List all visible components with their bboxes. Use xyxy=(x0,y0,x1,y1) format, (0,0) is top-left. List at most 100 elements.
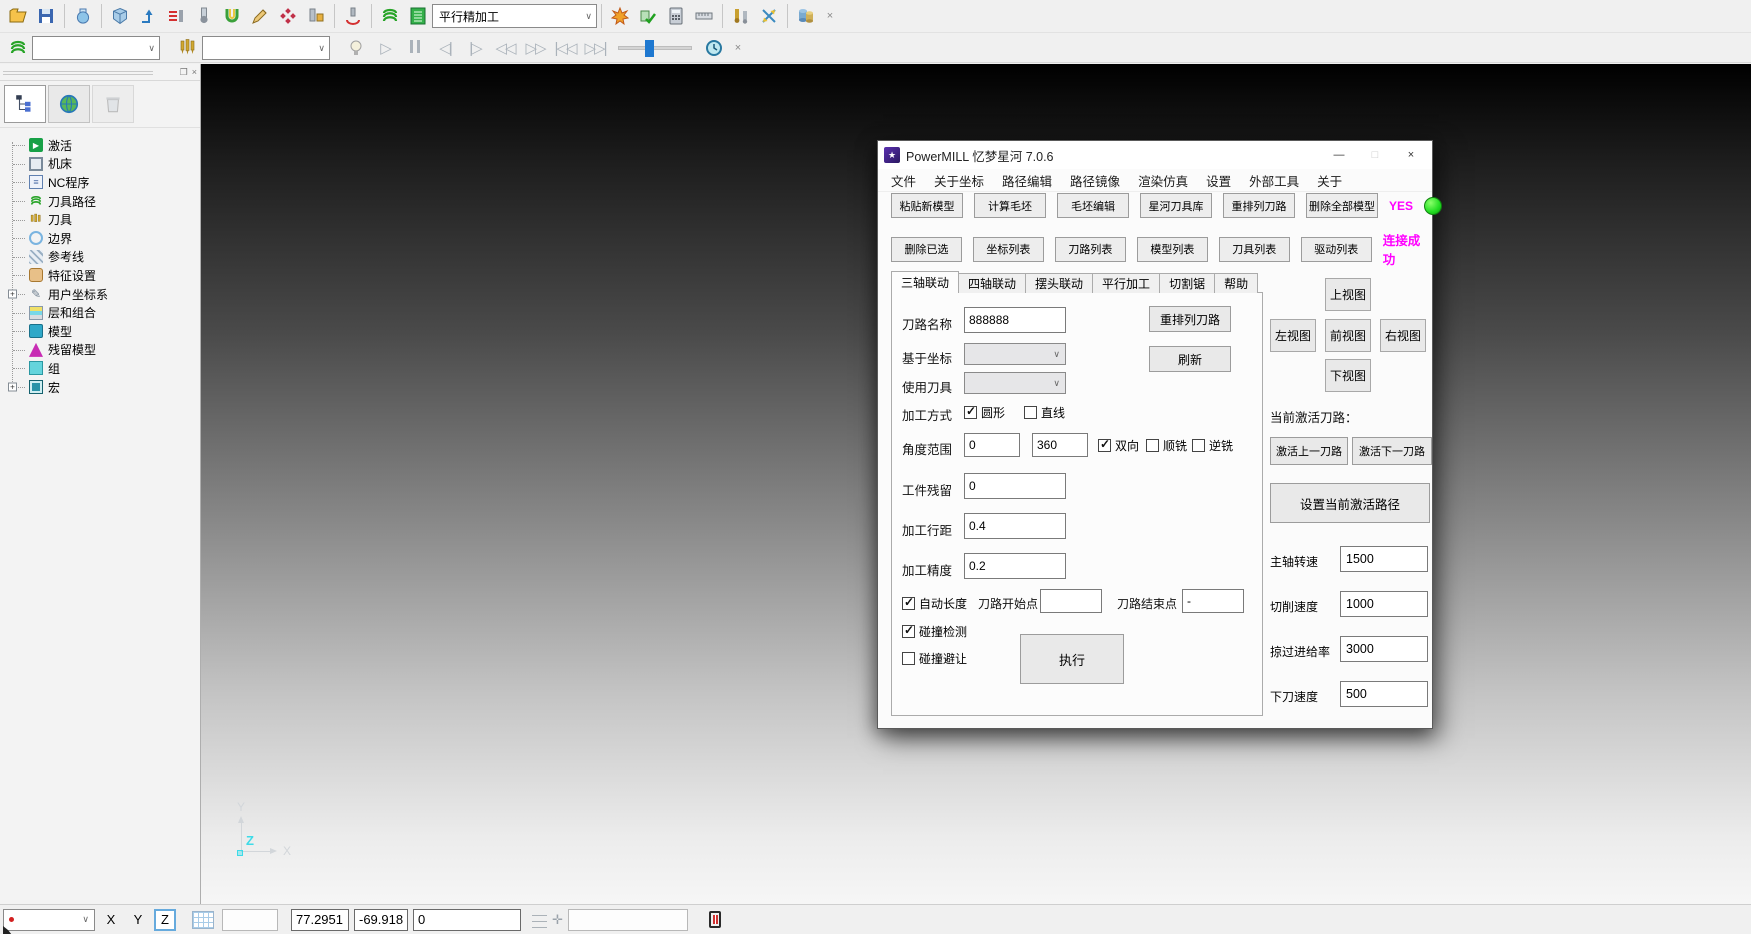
dialog-titlebar[interactable]: ★ PowerMILL 忆梦星河 7.0.6 — □ × xyxy=(878,141,1432,169)
tree-item-boundaries[interactable]: 边界 xyxy=(7,229,200,248)
plunge-speed-input[interactable] xyxy=(1340,681,1428,707)
menu-path-edit[interactable]: 路径编辑 xyxy=(993,171,1061,190)
measure-field[interactable] xyxy=(568,909,688,931)
checkbox-icon[interactable] xyxy=(902,597,915,610)
fast-forward-icon[interactable]: ▷▷ xyxy=(520,39,550,57)
measure-icon[interactable] xyxy=(690,3,718,29)
rapid-move-icon[interactable] xyxy=(134,3,162,29)
tab-views[interactable] xyxy=(48,85,90,123)
tree-item-groups[interactable]: 组 xyxy=(7,359,200,378)
checkbox-icon[interactable] xyxy=(902,625,915,638)
step-back-icon[interactable]: ◁| xyxy=(430,39,460,57)
view-bottom-button[interactable]: 下视图 xyxy=(1325,359,1371,392)
minimize-button[interactable]: — xyxy=(1324,144,1354,166)
feed-rates-icon[interactable] xyxy=(162,3,190,29)
close-panel-icon[interactable]: × xyxy=(192,68,197,77)
strategy-list-icon[interactable] xyxy=(404,3,432,29)
tree-item-tools[interactable]: 刀具 xyxy=(7,210,200,229)
collision-check-icon[interactable] xyxy=(302,3,330,29)
collision-check-checkbox[interactable]: 碰撞检测 xyxy=(902,623,967,640)
tree-item-nc-programs[interactable]: ≡ NC程序 xyxy=(7,173,200,192)
open-file-icon[interactable] xyxy=(4,3,32,29)
play-icon[interactable]: ▷ xyxy=(370,39,400,57)
activate-next-toolpath-button[interactable]: 激活下一刀路 xyxy=(1352,437,1432,465)
active-toolpath-icon[interactable] xyxy=(376,3,404,29)
tree-item-models[interactable]: 模型 xyxy=(7,322,200,341)
tree-item-toolpaths[interactable]: 刀具路径 xyxy=(7,192,200,211)
auto-length-checkbox[interactable]: 自动长度 xyxy=(902,595,967,612)
execute-button[interactable]: 执行 xyxy=(1020,634,1124,684)
tool-list-button[interactable]: 刀具列表 xyxy=(1219,237,1290,262)
tree-item-macros[interactable]: + 宏 xyxy=(7,378,200,397)
model-list-button[interactable]: 模型列表 xyxy=(1137,237,1208,262)
view-top-button[interactable]: 上视图 xyxy=(1325,278,1371,311)
close-button[interactable]: × xyxy=(1396,144,1426,166)
stepover-input[interactable] xyxy=(964,513,1066,539)
menu-external-tools[interactable]: 外部工具 xyxy=(1240,171,1308,190)
stock-edit-button[interactable]: 毛坯编辑 xyxy=(1057,193,1129,218)
menu-about[interactable]: 关于 xyxy=(1308,171,1351,190)
toolpath-name-input[interactable] xyxy=(964,307,1066,333)
grid-size-field[interactable] xyxy=(222,909,278,931)
delete-all-models-button[interactable]: 删除全部模型 xyxy=(1306,193,1378,218)
create-tool-icon[interactable] xyxy=(190,3,218,29)
delete-selected-button[interactable]: 删除已选 xyxy=(891,237,962,262)
panel-grip[interactable] xyxy=(3,70,153,75)
create-block-icon[interactable] xyxy=(106,3,134,29)
refresh-button[interactable]: 刷新 xyxy=(1149,346,1231,372)
toolpath-select-dropdown[interactable]: ∨ xyxy=(32,36,160,60)
compute-stock-button[interactable]: 计算毛坯 xyxy=(974,193,1046,218)
axis-y-button[interactable]: Y xyxy=(127,909,149,931)
skip-start-icon[interactable]: |◁◁ xyxy=(550,39,580,57)
coord-system-dropdown[interactable]: ∨ xyxy=(3,909,95,931)
view-front-button[interactable]: 前视图 xyxy=(1325,319,1371,352)
tolerance-input[interactable] xyxy=(964,553,1066,579)
tree-item-machine-tools[interactable]: 机床 xyxy=(7,155,200,174)
menu-about-coords[interactable]: 关于坐标 xyxy=(925,171,993,190)
tree-item-feature-sets[interactable]: 特征设置 xyxy=(7,266,200,285)
tab-recycle-bin[interactable] xyxy=(92,85,134,123)
drive-list-button[interactable]: 驱动列表 xyxy=(1301,237,1372,262)
tool-pair-icon[interactable] xyxy=(727,3,755,29)
save-icon[interactable] xyxy=(32,3,60,29)
float-window-icon[interactable]: ❐ xyxy=(180,68,188,77)
menu-render-simulation[interactable]: 渲染仿真 xyxy=(1129,171,1197,190)
stock-allowance-input[interactable] xyxy=(964,473,1066,499)
spindle-speed-input[interactable] xyxy=(1340,546,1428,572)
based-coord-select[interactable]: ∨ xyxy=(964,343,1066,365)
tab-3axis[interactable]: 三轴联动 xyxy=(891,271,959,293)
tool-select-dropdown[interactable]: ∨ xyxy=(202,36,330,60)
start-point-input[interactable] xyxy=(1040,589,1102,613)
tree-item-patterns[interactable]: 参考线 xyxy=(7,248,200,267)
device-status-icon[interactable] xyxy=(709,911,721,928)
slider-thumb[interactable] xyxy=(645,40,654,57)
angle-to-input[interactable] xyxy=(1032,433,1088,457)
menu-settings[interactable]: 设置 xyxy=(1197,171,1240,190)
view-right-button[interactable]: 右视图 xyxy=(1380,319,1426,352)
maximize-button[interactable]: □ xyxy=(1360,144,1390,166)
create-points-icon[interactable] xyxy=(274,3,302,29)
tree-item-levels-sets[interactable]: 层和组合 xyxy=(7,303,200,322)
set-active-path-button[interactable]: 设置当前激活路径 xyxy=(1270,483,1430,523)
conventional-mill-checkbox[interactable]: 逆铣 xyxy=(1192,437,1233,454)
activate-prev-toolpath-button[interactable]: 激活上一刀路 xyxy=(1270,437,1348,465)
tab-parallel[interactable]: 平行加工 xyxy=(1092,273,1160,293)
machining-strategy-dropdown[interactable]: 平行精加工 ∨ xyxy=(432,4,597,28)
collision-avoid-checkbox[interactable]: 碰撞避让 xyxy=(902,650,967,667)
stock-cylinders-icon[interactable] xyxy=(792,3,820,29)
coord-list-button[interactable]: 坐标列表 xyxy=(973,237,1044,262)
tree-item-stock-models[interactable]: 残留模型 xyxy=(7,341,200,360)
tab-help[interactable]: 帮助 xyxy=(1214,273,1258,293)
calculator-icon[interactable] xyxy=(662,3,690,29)
use-tool-select[interactable]: ∨ xyxy=(964,372,1066,394)
skim-feed-input[interactable] xyxy=(1340,636,1428,662)
tool-holder-icon[interactable] xyxy=(218,3,246,29)
verify-toolpath-icon[interactable] xyxy=(634,3,662,29)
climb-mill-checkbox[interactable]: 顺铣 xyxy=(1146,437,1187,454)
swap-items-icon[interactable] xyxy=(755,3,783,29)
expand-icon[interactable]: + xyxy=(8,290,17,299)
mode-circle-checkbox[interactable]: 圆形 xyxy=(964,404,1005,421)
print-icon[interactable] xyxy=(69,3,97,29)
view-left-button[interactable]: 左视图 xyxy=(1270,319,1316,352)
close-toolbar-icon[interactable]: × xyxy=(820,6,840,26)
